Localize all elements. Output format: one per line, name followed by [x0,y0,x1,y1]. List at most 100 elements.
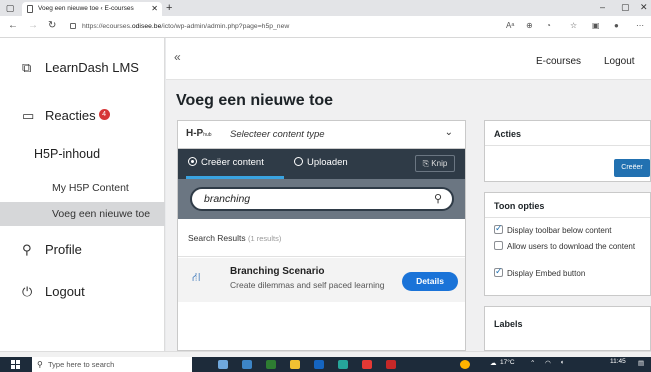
new-tab-icon[interactable]: + [166,1,172,15]
profile-avatar-icon[interactable]: ● [614,21,619,30]
lock-icon [70,23,76,29]
my-content-label: My H5P Content [52,182,129,194]
labels-panel: Labels [484,306,651,351]
network-icon[interactable]: ◠ [545,359,551,367]
url-domain: odisee.be [131,23,162,30]
add-new-label: Voeg een nieuwe toe [52,208,151,220]
checkbox-checked[interactable] [494,266,503,277]
read-aloud-icon[interactable]: Aᵃ [506,21,514,30]
window-menu-icon[interactable]: ▢ [4,2,16,14]
brand-label: LearnDash LMS [45,60,139,75]
tray-chevron-icon[interactable]: ⌃ [530,359,535,367]
results-header: Search Results (1 results) [178,219,465,257]
taskbar-search-input[interactable]: ⚲ Type here to search [32,357,192,372]
content-type-selector[interactable]: H-Phub Selecteer content type ⌄ [178,121,465,149]
mode-create-radio[interactable]: Creëer content [188,157,264,168]
close-tab-icon[interactable]: ✕ [151,2,158,16]
selector-label: Selecteer content type [230,129,325,140]
search-zone: branching ⚲ [178,179,465,219]
page-title: Voeg een nieuwe toe [176,92,334,109]
clipboard-icon: ⎘ [422,159,432,168]
maximize-icon[interactable]: ▢ [621,2,630,13]
app-icon[interactable] [386,360,396,369]
app-icon[interactable] [338,360,348,369]
page-icon [27,5,33,13]
search-icon[interactable]: ⚲ [434,192,442,205]
favorites-icon[interactable]: ☆ [570,21,577,30]
edge-icon[interactable] [242,360,252,369]
option-display-toolbar[interactable]: Display toolbar below content [494,223,651,236]
admin-topbar: « E-courses Logout [166,38,651,80]
collapse-menu-icon[interactable]: « [174,50,181,64]
create-button[interactable]: Creëer [614,159,650,177]
notifications-icon[interactable]: ▤ [638,359,644,367]
url-path: /icto/wp-admin/admin.php?page=h5p_new [161,23,290,30]
checkbox-unchecked[interactable] [494,241,503,250]
mode-bar: Creëer content Uploaden ⎘ Knip [178,149,465,179]
option-embed-button[interactable]: Display Embed button [494,266,651,279]
windows-taskbar: ⚲ Type here to search ☁ 17°C ⌃ ◠ ◖ 11:45… [0,357,651,372]
user-icon: ⚲ [22,242,32,257]
learndash-icon: ⧉ [22,60,32,75]
profile-label: Profile [45,242,82,257]
search-value: branching [204,193,251,205]
chrome-icon[interactable] [362,360,372,369]
site-link[interactable]: E-courses [536,56,581,67]
top-logout-link[interactable]: Logout [604,56,635,67]
option-allow-download[interactable]: Allow users to download the content [494,241,651,252]
h5p-editor: H-Phub Selecteer content type ⌄ Creëer c… [177,120,466,351]
tracking-icon[interactable]: ◔ [546,21,551,30]
browser-tab[interactable]: Voeg een nieuwe toe ‹ E-courses ✕ [22,2,162,16]
list-item[interactable]: ⛙ Branching Scenario Create dilemmas and… [178,258,465,302]
close-window-icon[interactable]: ✕ [640,2,648,13]
divider [485,217,650,218]
knip-button[interactable]: ⎘ Knip [415,155,455,172]
zoom-icon[interactable]: ⊕ [526,21,533,30]
result-description: Create dilemmas and self paced learning [230,280,385,290]
option-label: Allow users to download the content [507,242,636,251]
forward-icon[interactable]: → [28,20,38,31]
minimize-icon[interactable]: – [600,2,605,12]
notification-icon[interactable] [460,360,470,369]
branching-scenario-icon: ⛙ [192,270,201,284]
sidebar-subitem-add-new[interactable]: Voeg een nieuwe toe [0,202,165,226]
logo-text: H-P [186,128,204,139]
browser-tabstrip: ▢ Voeg een nieuwe toe ‹ E-courses ✕ + – … [0,0,651,16]
comment-icon: ▭ [22,108,35,123]
logout-label: Logout [45,284,85,299]
admin-sidebar: ⧉ LearnDash LMS ▭ Reacties 4 H5P-inhoud M… [0,38,165,351]
main-content: Voeg een nieuwe toe H-Phub Selecteer con… [166,80,651,351]
acties-title: Acties [494,129,522,139]
h5p-label: H5P-inhoud [34,147,101,161]
more-icon[interactable]: ⋯ [636,21,644,30]
clock-time: 11:45 [610,358,626,365]
result-title: Branching Scenario [230,266,325,277]
teams-icon[interactable] [266,360,276,369]
mode-upload-label: Uploaden [307,157,348,168]
logo-hub-text: hub [203,132,212,138]
chevron-down-icon[interactable]: ⌄ [445,127,453,138]
sidebar-subitem-my-content[interactable]: My H5P Content [0,176,165,200]
checkbox-checked[interactable] [494,223,503,234]
url-field[interactable]: https://ecourses.odisee.be/icto/wp-admin… [68,19,488,34]
file-explorer-icon[interactable] [290,360,300,369]
toon-opties-title: Toon opties [494,201,545,211]
weather-text: 17°C [500,359,515,366]
refresh-icon[interactable]: ↻ [48,20,56,31]
collections-icon[interactable]: ▣ [592,21,600,30]
radio-on-icon [188,157,197,166]
volume-icon[interactable]: ◖ [560,359,564,366]
weather-icon[interactable]: ☁ [490,359,497,367]
windows-start-icon[interactable] [11,360,20,369]
mode-upload-radio[interactable]: Uploaden [294,157,348,168]
h5p-hub-logo: H-Phub [186,128,212,139]
results-count: (1 results) [248,234,282,243]
search-input[interactable]: branching ⚲ [190,187,454,211]
details-button[interactable]: Details [402,272,458,291]
divider [485,145,650,146]
knip-label: Knip [431,159,448,168]
back-icon[interactable]: ← [8,20,18,31]
task-view-icon[interactable] [218,360,228,369]
comment-count-badge: 4 [98,109,110,120]
word-icon[interactable] [314,360,324,369]
